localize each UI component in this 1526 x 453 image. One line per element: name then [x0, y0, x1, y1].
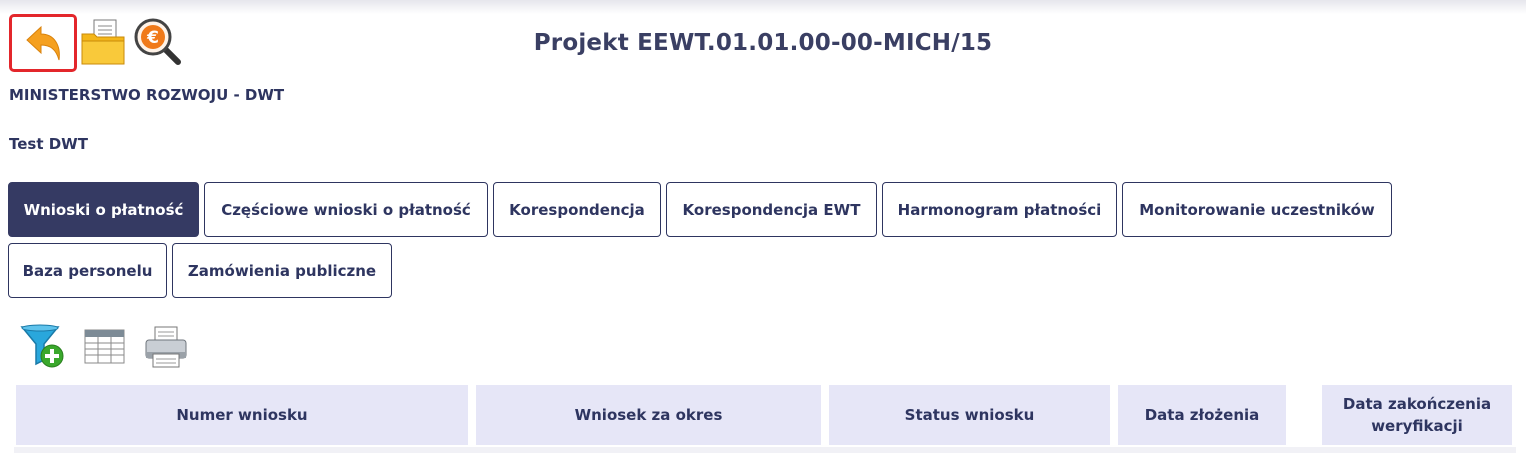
column-header-verification-end-date[interactable]: Data zakończenia weryfikacji	[1322, 385, 1512, 445]
filter-add-icon	[20, 324, 64, 368]
tab-partial-payment-requests[interactable]: Częściowe wnioski o płatność	[204, 182, 488, 237]
tab-payment-schedule[interactable]: Harmonogram płatności	[882, 182, 1117, 237]
back-button[interactable]	[9, 14, 77, 72]
column-header-period[interactable]: Wniosek za okres	[476, 385, 821, 445]
tab-payment-requests[interactable]: Wnioski o płatność	[8, 182, 199, 237]
tab-label: Wnioski o płatność	[23, 200, 184, 219]
printer-icon	[145, 326, 187, 368]
tab-label: Korespondencja	[509, 200, 645, 219]
payment-requests-table-header: Numer wniosku Wniosek za okres Status wn…	[14, 385, 1516, 449]
column-header-label: Status wniosku	[904, 406, 1035, 424]
tab-label: Monitorowanie uczestników	[1139, 200, 1375, 219]
column-header-label: Numer wniosku	[176, 406, 308, 424]
print-button[interactable]	[144, 324, 190, 374]
tab-staff-database[interactable]: Baza personelu	[8, 243, 167, 298]
column-header-status[interactable]: Status wniosku	[829, 385, 1110, 445]
project-name: Test DWT	[9, 135, 88, 153]
tab-correspondence[interactable]: Korespondencja	[493, 182, 661, 237]
finance-search-button[interactable]: €	[134, 18, 182, 66]
tab-public-procurement[interactable]: Zamówienia publiczne	[172, 243, 392, 298]
folder-documents-icon	[81, 19, 125, 65]
top-shadow	[0, 0, 1526, 14]
documents-button[interactable]	[80, 18, 126, 66]
tab-correspondence-ewt[interactable]: Korespondencja EWT	[666, 182, 877, 237]
svg-text:€: €	[146, 28, 159, 48]
tab-label: Korespondencja EWT	[682, 200, 861, 219]
tab-label: Baza personelu	[22, 261, 153, 280]
table-columns-icon	[84, 329, 125, 364]
tab-label: Zamówienia publiczne	[187, 261, 377, 280]
tab-label: Częściowe wnioski o płatność	[221, 200, 471, 219]
euro-search-icon: €	[134, 18, 181, 65]
institution-name: MINISTERSTWO ROZWOJU - DWT	[9, 86, 285, 104]
tab-participant-monitoring[interactable]: Monitorowanie uczestników	[1122, 182, 1392, 237]
back-arrow-icon	[26, 25, 60, 61]
table-columns-button[interactable]	[84, 324, 126, 370]
column-header-request-number[interactable]: Numer wniosku	[16, 385, 468, 445]
column-header-label: Wniosek za okres	[574, 406, 723, 424]
column-header-label: Data złożenia	[1144, 406, 1260, 424]
column-header-label: Data zakończenia weryfikacji	[1342, 395, 1492, 435]
page-title: Projekt EEWT.01.01.00-00-MICH/15	[533, 30, 993, 56]
tab-label: Harmonogram płatności	[897, 200, 1102, 219]
table-body-edge	[14, 447, 1516, 453]
column-header-submission-date[interactable]: Data złożenia	[1118, 385, 1286, 445]
add-filter-button[interactable]	[20, 324, 66, 374]
